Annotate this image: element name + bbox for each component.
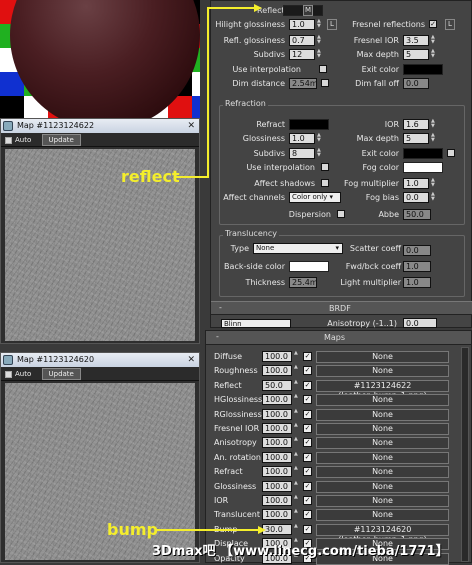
annotation-arrows: [157, 4, 266, 534]
bump-arrow-head: [258, 526, 266, 534]
watermark: 3Dmax吧 【www.linecg.com/tieba/1771】: [152, 544, 449, 559]
reflect-arrow-line: [175, 7, 255, 178]
reflect-annotation: reflect: [121, 167, 180, 186]
bump-annotation: bump: [107, 520, 158, 539]
reflect-arrow-head: [254, 4, 262, 12]
